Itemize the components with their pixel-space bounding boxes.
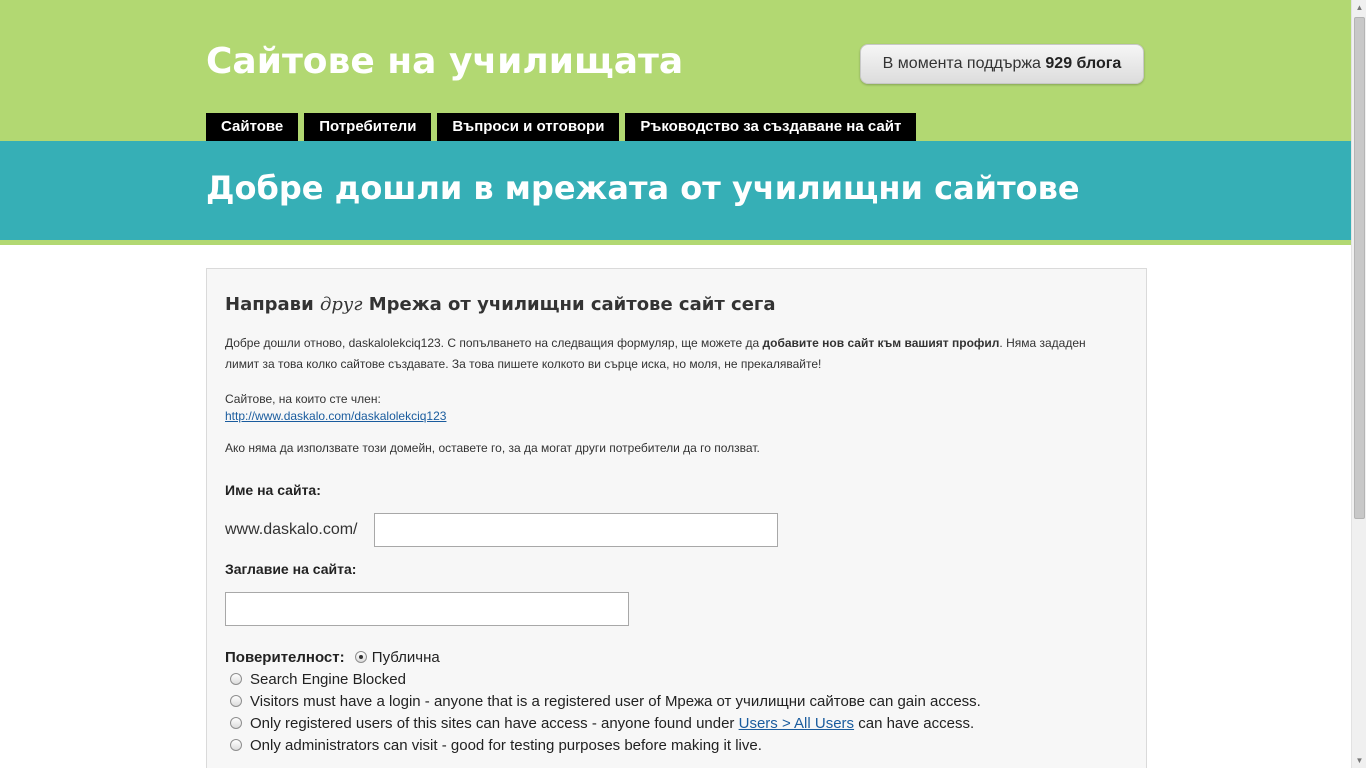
privacy-blocked-label: Search Engine Blocked: [250, 671, 406, 688]
privacy-admins-radio[interactable]: [230, 739, 242, 751]
member-sites-label: Сайтове, на които сте член:: [225, 392, 381, 406]
form-heading-end: Мрежа от училищни сайтове сайт сега: [368, 294, 776, 315]
counter-value: 929 блога: [1045, 55, 1122, 72]
privacy-public-radio[interactable]: [354, 651, 367, 663]
site-name-input[interactable]: [374, 513, 778, 547]
privacy-login-radio[interactable]: [230, 695, 242, 707]
site-title-input[interactable]: [225, 592, 629, 626]
site-title-label: Заглавие на сайта:: [225, 561, 357, 577]
privacy-registered-radio[interactable]: [230, 717, 242, 729]
privacy-public-label: Публична: [371, 649, 440, 666]
intro-text: Добре дошли отново, daskalolekciq123. С …: [225, 333, 1105, 375]
form-heading-start: Направи: [225, 294, 314, 315]
scrollbar-thumb[interactable]: [1354, 17, 1365, 519]
domain-note: Ако няма да използвате този домейн, оста…: [225, 441, 760, 455]
all-users-link[interactable]: Users > All Users: [739, 715, 854, 732]
scroll-up-arrow-icon[interactable]: ▲: [1352, 0, 1366, 15]
nav-item-sites[interactable]: Сайтове: [206, 113, 299, 141]
member-site-link[interactable]: http://www.daskalo.com/daskalolekciq123: [225, 408, 446, 425]
privacy-option-admins[interactable]: Only administrators can visit - good for…: [230, 735, 762, 757]
site-header: Сайтове на училищата В момента поддържа …: [0, 0, 1351, 141]
banner-title: Добре дошли в мрежата от училищни сайтов…: [206, 169, 1080, 207]
intro-text-bold: добавите нов сайт към вашият профил: [762, 336, 1000, 350]
form-heading-italic: друг: [319, 294, 363, 315]
form-heading: Направи друг Мрежа от училищни сайтове с…: [225, 294, 775, 315]
main-nav: Сайтове Потребители Въпроси и отговори Р…: [206, 113, 917, 141]
privacy-registered-suffix: can have access.: [858, 715, 975, 732]
scroll-down-arrow-icon[interactable]: ▼: [1352, 753, 1366, 768]
privacy-option-registered[interactable]: Only registered users of this sites can …: [230, 713, 974, 735]
intro-text-part1: Добре дошли отново, daskalolekciq123. С …: [225, 336, 760, 350]
nav-item-guide[interactable]: Ръководство за създаване на сайт: [625, 113, 917, 141]
privacy-row: Поверителност: Публична: [225, 647, 440, 669]
counter-prefix: В момента поддържа: [882, 55, 1041, 72]
privacy-option-blocked[interactable]: Search Engine Blocked: [230, 669, 406, 691]
privacy-option-login[interactable]: Visitors must have a login - anyone that…: [230, 691, 981, 713]
nav-item-users[interactable]: Потребители: [304, 113, 432, 141]
site-name-label: Име на сайта:: [225, 482, 321, 498]
privacy-admins-label: Only administrators can visit - good for…: [250, 737, 762, 754]
privacy-label: Поверителност:: [225, 649, 345, 666]
privacy-login-label: Visitors must have a login - anyone that…: [250, 693, 981, 710]
privacy-blocked-radio[interactable]: [230, 673, 242, 685]
site-name-prefix: www.daskalo.com/: [225, 521, 358, 538]
privacy-registered-label: Only registered users of this sites can …: [250, 715, 735, 732]
page-scrollbar[interactable]: ▲ ▼: [1351, 0, 1366, 768]
nav-item-qa[interactable]: Въпроси и отговори: [437, 113, 620, 141]
site-title[interactable]: Сайтове на училищата: [206, 40, 683, 84]
banner-divider: [0, 240, 1351, 245]
blog-counter-badge: В момента поддържа 929 блога: [860, 44, 1144, 84]
